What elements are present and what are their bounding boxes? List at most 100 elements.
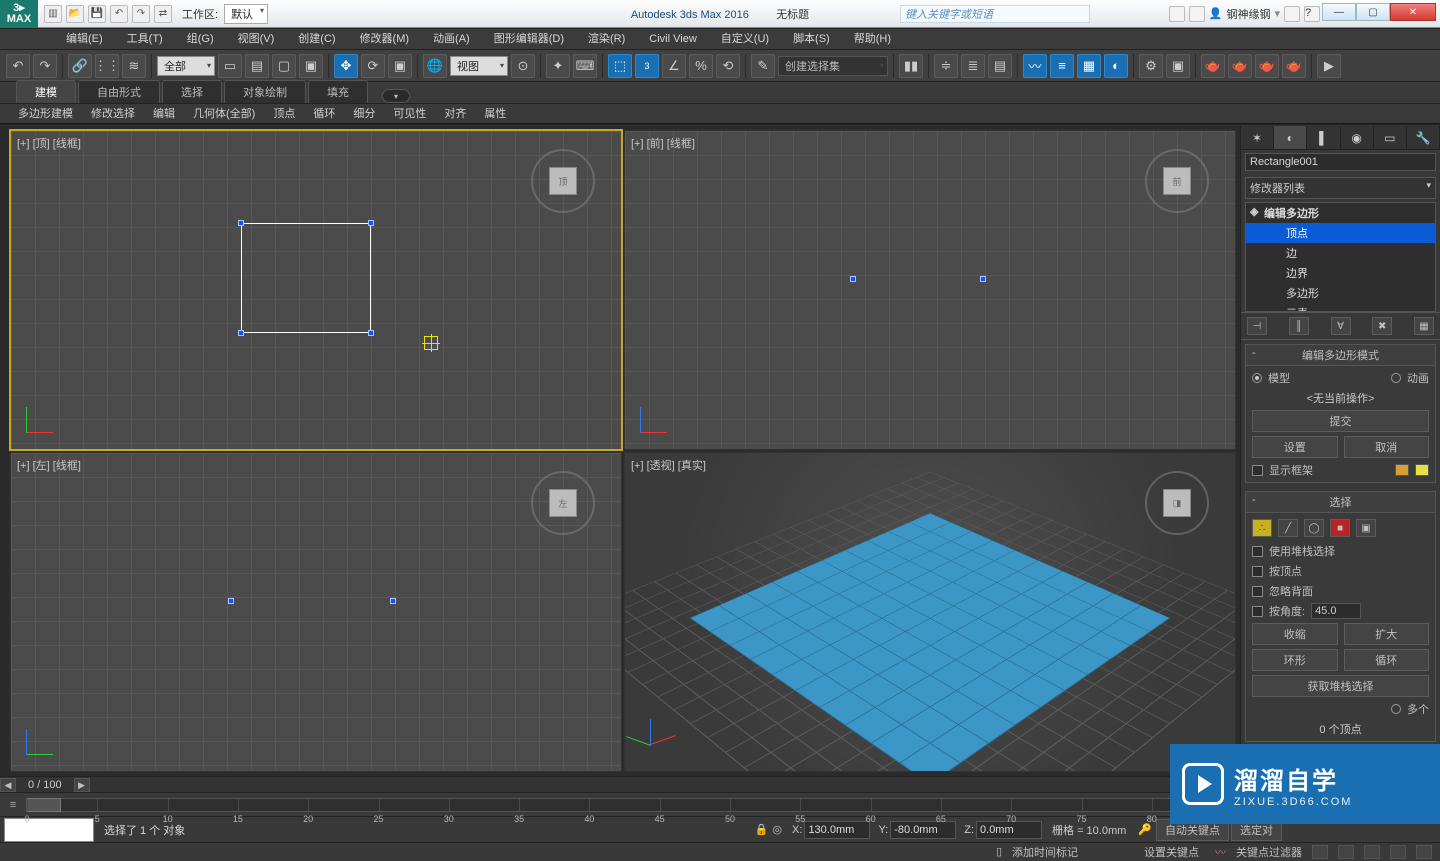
lock-icon[interactable]: 🔒 [755, 823, 769, 836]
menu-item[interactable]: 渲染(R) [576, 28, 637, 50]
pin-stack-icon[interactable]: ⊣ [1247, 317, 1267, 335]
menu-item[interactable]: 修改器(M) [348, 28, 422, 50]
rollout-header[interactable]: 编辑多边形模式 [1246, 345, 1435, 366]
dope-sheet-button[interactable]: ≡ [1050, 54, 1074, 78]
ref-coord-icon[interactable]: 🌐 [423, 54, 447, 78]
snap-toggle-button[interactable]: ⬚ [608, 54, 632, 78]
menu-item[interactable]: 工具(T) [115, 28, 175, 50]
layer-explorer-button[interactable]: ▤ [988, 54, 1012, 78]
menu-item[interactable]: 帮助(H) [842, 28, 903, 50]
material-editor-button[interactable]: ◐ [1104, 54, 1128, 78]
redo-button[interactable]: ↷ [33, 54, 57, 78]
display-tab-icon[interactable]: ▭ [1374, 126, 1407, 149]
move-button[interactable]: ✥ [334, 54, 358, 78]
loop-button[interactable]: 循环 [1344, 649, 1430, 671]
viewcube-face[interactable]: 顶 [549, 167, 577, 195]
unique-icon[interactable]: ∀ [1331, 317, 1351, 335]
viewport-label[interactable]: [+] [顶] [线框] [17, 135, 81, 151]
undo-icon[interactable]: ↶ [110, 5, 128, 23]
cage-color1[interactable] [1395, 464, 1409, 476]
render-frame-button[interactable]: ▣ [1166, 54, 1190, 78]
play-end-icon[interactable] [1416, 845, 1432, 859]
viewcube[interactable]: 前 [1145, 149, 1209, 213]
menu-item[interactable]: 动画(A) [421, 28, 482, 50]
ribbon-panel-item[interactable]: 多边形建模 [10, 105, 81, 123]
cancel-button[interactable]: 取消 [1344, 436, 1430, 458]
unlink-button[interactable]: ⋮⋮ [95, 54, 119, 78]
render-button[interactable]: ▶ [1317, 54, 1341, 78]
play-prev-icon[interactable] [1338, 845, 1354, 859]
bind-button[interactable]: ≋ [122, 54, 146, 78]
scroll-left-icon[interactable]: ◀ [0, 778, 16, 792]
save-icon[interactable]: 💾 [88, 5, 106, 23]
vertex[interactable] [368, 330, 374, 336]
teapot2-icon[interactable]: 🫖 [1228, 54, 1252, 78]
layers-button[interactable]: ≣ [961, 54, 985, 78]
menu-item[interactable]: 自定义(U) [709, 28, 781, 50]
menu-item[interactable]: 视图(V) [226, 28, 287, 50]
scale-button[interactable]: ▣ [388, 54, 412, 78]
percent-snap-button[interactable]: % [689, 54, 713, 78]
ribbon-panel-item[interactable]: 属性 [476, 105, 514, 123]
shrink-button[interactable]: 收缩 [1252, 623, 1338, 645]
teapot1-icon[interactable]: 🫖 [1201, 54, 1225, 78]
ring-button[interactable]: 环形 [1252, 649, 1338, 671]
spinner-snap-button[interactable]: ⟲ [716, 54, 740, 78]
rotate-button[interactable]: ⟳ [361, 54, 385, 78]
new-icon[interactable]: ▥ [44, 5, 62, 23]
stack-subobject[interactable]: 边界 [1246, 263, 1435, 283]
ribbon-panel-item[interactable]: 可见性 [385, 105, 434, 123]
schematic-button[interactable]: ▦ [1077, 54, 1101, 78]
angle-snap-button[interactable]: ∠ [662, 54, 686, 78]
infocenter-icon[interactable] [1169, 6, 1185, 22]
cage-color2[interactable] [1415, 464, 1429, 476]
ribbon-panel-item[interactable]: 几何体(全部) [185, 105, 263, 123]
stack-subobject[interactable]: 顶点 [1246, 223, 1435, 243]
redo-icon[interactable]: ↷ [132, 5, 150, 23]
teapot4-icon[interactable]: 🫖 [1282, 54, 1306, 78]
isolate-icon[interactable]: ◎ [772, 823, 782, 836]
show-cage-check[interactable] [1252, 465, 1263, 476]
ribbon-panel-item[interactable]: 修改选择 [83, 105, 143, 123]
create-tab-icon[interactable]: ✶ [1241, 126, 1274, 149]
anim-radio[interactable] [1391, 373, 1401, 383]
keyfilter-label[interactable]: 关键点过滤器 [1236, 844, 1302, 860]
align-button[interactable]: ≑ [934, 54, 958, 78]
exchange-icon[interactable] [1284, 6, 1300, 22]
y-field[interactable]: -80.0mm [890, 821, 956, 839]
pivot-button[interactable]: ⊙ [511, 54, 535, 78]
link-icon[interactable]: ⇄ [154, 5, 172, 23]
x-field[interactable]: 130.0mm [804, 821, 870, 839]
utilities-tab-icon[interactable]: 🔧 [1407, 126, 1440, 149]
search-input[interactable]: 键入关键字或短语 [900, 5, 1090, 23]
play-start-icon[interactable] [1312, 845, 1328, 859]
viewport-left[interactable]: [+] [左] [线框] 左 [10, 452, 622, 772]
ribbon-tab[interactable]: 建模 [16, 80, 76, 103]
color-swatch[interactable] [4, 818, 94, 842]
curve-editor-button[interactable]: 〰 [1023, 54, 1047, 78]
menu-item[interactable]: 图形编辑器(D) [482, 28, 576, 50]
time-thumb[interactable] [27, 798, 61, 812]
poly-subobj-icon[interactable]: ■ [1330, 519, 1350, 537]
ref-coord-dropdown[interactable]: 视图 [450, 56, 508, 76]
hierarchy-tab-icon[interactable]: ▌ [1307, 126, 1340, 149]
grow-button[interactable]: 扩大 [1344, 623, 1430, 645]
menu-item[interactable]: Civil View [637, 28, 708, 50]
undo-button[interactable]: ↶ [6, 54, 30, 78]
settings-button[interactable]: 设置 [1252, 436, 1338, 458]
configure-icon[interactable]: ▦ [1414, 317, 1434, 335]
ribbon-panel-item[interactable]: 编辑 [145, 105, 183, 123]
menu-item[interactable]: 创建(C) [286, 28, 347, 50]
ribbon-tab[interactable]: 选择 [162, 80, 222, 103]
select-region-button[interactable]: ▢ [272, 54, 296, 78]
select-object-button[interactable]: ▭ [218, 54, 242, 78]
viewcube-face[interactable]: 前 [1163, 167, 1191, 195]
border-subobj-icon[interactable]: ◯ [1304, 519, 1324, 537]
remove-mod-icon[interactable]: ✖ [1372, 317, 1392, 335]
vertex[interactable] [390, 598, 396, 604]
open-icon[interactable]: 📂 [66, 5, 84, 23]
signin-icon[interactable] [1189, 6, 1205, 22]
viewport-label[interactable]: [+] [左] [线框] [17, 457, 81, 473]
vertex[interactable] [980, 276, 986, 282]
stack-subobject[interactable]: 多边形 [1246, 283, 1435, 303]
